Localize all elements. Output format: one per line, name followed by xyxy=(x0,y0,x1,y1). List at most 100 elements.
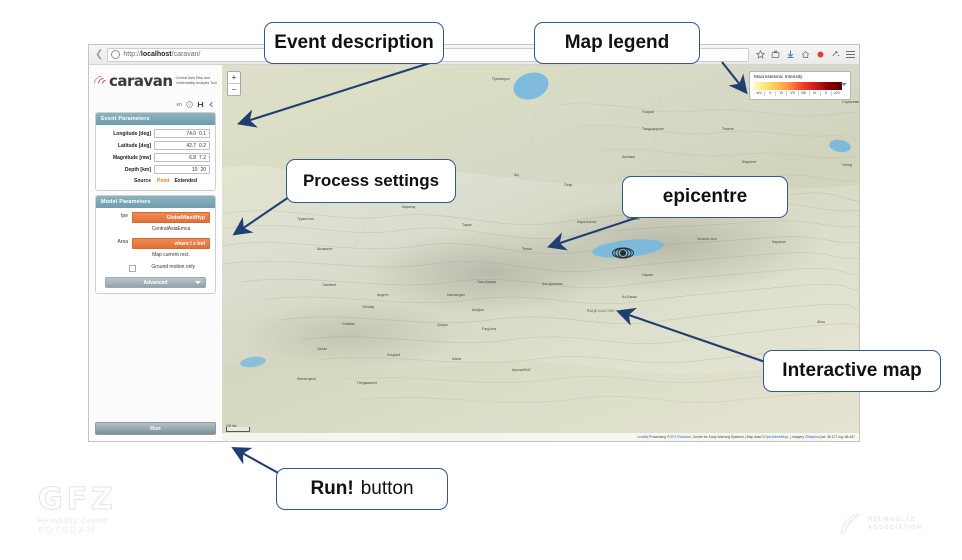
value-uncertainty: 0.1 xyxy=(199,130,206,137)
helmholtz-mark-icon xyxy=(840,513,861,534)
attrib-mapbox-link[interactable]: Mapbox xyxy=(808,435,820,439)
browser-toolbar-icons xyxy=(749,50,855,59)
field-label: Latitude [deg] xyxy=(117,142,151,149)
map-label: Таш-Кумыр xyxy=(477,280,497,284)
callout-text: Event description xyxy=(274,32,434,53)
map-label: Farg'ona xyxy=(482,327,497,331)
map-legend: Macroseismic Intensity ≤IV V VI VII VIII… xyxy=(749,71,851,100)
callout-text-bold: Run! xyxy=(310,478,354,499)
map-label: Aksu xyxy=(817,320,825,324)
field-label: Magnitude [mw] xyxy=(112,154,151,161)
map-label: Namangan xyxy=(447,293,465,297)
legend-tick: ≤IV xyxy=(756,91,762,95)
map-label: Angren xyxy=(377,293,389,297)
value-uncertainty: 0.2 xyxy=(199,142,206,149)
globe-icon xyxy=(111,50,121,59)
depth-input[interactable]: 10 20 xyxy=(154,165,210,174)
longitude-input[interactable]: 74.0 0.1 xyxy=(154,129,210,138)
app-brand: caravan xyxy=(109,72,173,90)
gfz-logo-text: GFZ xyxy=(38,482,117,517)
caravan-app: caravan Central Asia Risk and Vulnerabil… xyxy=(89,65,859,441)
attrib-gfz-link[interactable]: GFZ Potsdam xyxy=(670,435,691,439)
back-arrow-icon[interactable]: ❮ xyxy=(95,49,103,60)
url-prefix: http:// xyxy=(123,51,141,58)
map-label: Нарын xyxy=(642,273,654,277)
advanced-label: Advanced xyxy=(143,279,168,286)
intensity-tick-labels: ≤IV V VI VII VIII IX X ≥XI xyxy=(754,91,842,96)
run-button[interactable]: Run xyxy=(95,422,216,435)
gfz-logo-subtitle: Helmholtz Centre xyxy=(38,518,109,525)
area-label: Area xyxy=(117,239,128,245)
ground-motion-only-checkbox[interactable] xyxy=(129,265,136,272)
ipe-option-centralasiaemca[interactable]: CentralAsiaEmca xyxy=(132,223,210,234)
field-depth: Depth [km] 10 20 xyxy=(101,165,210,174)
attrib-imagery: , | Imagery © xyxy=(788,435,808,439)
sync-icon[interactable] xyxy=(831,50,840,59)
map-label: Yining xyxy=(842,163,852,167)
map-scale-label: 100 km xyxy=(226,424,237,428)
helmholtz-logo: HELMHOLTZ ASSOCIATION xyxy=(838,512,922,536)
value: 6.8 xyxy=(189,154,197,161)
field-magnitude: Magnitude [mw] 6.8 7.2 xyxy=(101,153,210,162)
zoom-in-button[interactable]: + xyxy=(228,72,240,84)
callout-text: Interactive map xyxy=(782,360,922,381)
attrib-leaflet-link[interactable]: Leaflet xyxy=(637,435,647,439)
value: 10 xyxy=(191,166,198,173)
slide-root: ❮ http://localhost/caravan/ caravan Cent… xyxy=(0,0,962,560)
legend-tick: VII xyxy=(786,91,797,96)
app-tagline: Central Asia Risk and Vulnerability Anal… xyxy=(175,76,217,85)
downloads-icon[interactable] xyxy=(786,50,795,59)
source-option-point[interactable]: Point xyxy=(157,178,170,184)
value-uncertainty: 7.2 xyxy=(199,154,206,161)
record-icon[interactable] xyxy=(816,50,825,59)
zoom-out-button[interactable]: − xyxy=(228,84,240,95)
map-label: Каракол xyxy=(772,240,786,244)
browser-chrome: ❮ http://localhost/caravan/ xyxy=(89,45,859,65)
advanced-dropdown[interactable]: Advanced xyxy=(105,277,206,288)
map-label: Ат-Башы xyxy=(622,295,637,299)
legend-collapse-icon[interactable] xyxy=(841,83,847,86)
run-button-label: Run xyxy=(150,425,161,432)
map-label: Арсланбоб xyxy=(512,368,531,372)
ground-motion-only-label: Ground motion only xyxy=(151,264,195,270)
app-header: caravan Central Asia Risk and Vulnerabil… xyxy=(89,65,222,104)
bookmark-star-icon[interactable] xyxy=(756,50,765,59)
map-label: Каратау xyxy=(402,205,416,209)
source-option-extended[interactable]: Extended xyxy=(175,178,198,184)
attrib-osm-link[interactable]: OpenStreetMap xyxy=(764,435,788,439)
epicentre-marker[interactable] xyxy=(612,247,634,258)
ipe-row: Ipe GlobalWandHyp CentralAsiaEmca xyxy=(101,212,210,234)
home-icon[interactable] xyxy=(801,50,810,59)
map-label: Olmaliq xyxy=(362,305,375,309)
callout-text-regular: button xyxy=(360,478,414,499)
menu-icon[interactable] xyxy=(846,51,855,58)
map-label: Gulistan xyxy=(342,322,356,326)
value-uncertainty: 20 xyxy=(200,166,206,173)
pocket-icon[interactable] xyxy=(771,50,780,59)
url-host: localhost xyxy=(140,51,172,58)
map-label: Пенджикент xyxy=(357,381,378,385)
map-label: Jizzax xyxy=(317,347,327,351)
area-option-map-current-rect[interactable]: Map current rect. xyxy=(132,249,210,260)
callout-text: Process settings xyxy=(302,171,440,190)
ground-motion-only-row[interactable]: Ground motion only xyxy=(101,264,210,272)
map-label: Туркестан xyxy=(297,217,314,221)
legend-tick: IX xyxy=(808,91,820,96)
ipe-option-globalwandhyp[interactable]: GlobalWandHyp xyxy=(132,212,210,223)
latitude-input[interactable]: 42.7 0.2 xyxy=(154,141,210,150)
legend-tick: X xyxy=(819,91,831,96)
map-zoom-controls[interactable]: + − xyxy=(227,71,241,96)
chevron-down-icon xyxy=(195,281,201,284)
map-label: Приозерск xyxy=(492,77,510,81)
value: 42.7 xyxy=(186,142,197,149)
attrib-cews: - Center for Early Warning Systems | Map… xyxy=(690,435,765,439)
map-label: Isfara xyxy=(452,357,461,361)
legend-tick: V xyxy=(764,91,775,96)
magnitude-input[interactable]: 6.8 7.2 xyxy=(154,153,210,162)
map-label: Quqon xyxy=(437,323,448,327)
map-label: Samarqand xyxy=(297,377,316,381)
map-label: Текели xyxy=(722,127,734,131)
callout-text: epicentre xyxy=(662,186,748,207)
area-option-where-i-ge-iref[interactable]: where I ≥ Iref xyxy=(132,238,210,249)
map-label: Балхаш xyxy=(622,155,636,159)
